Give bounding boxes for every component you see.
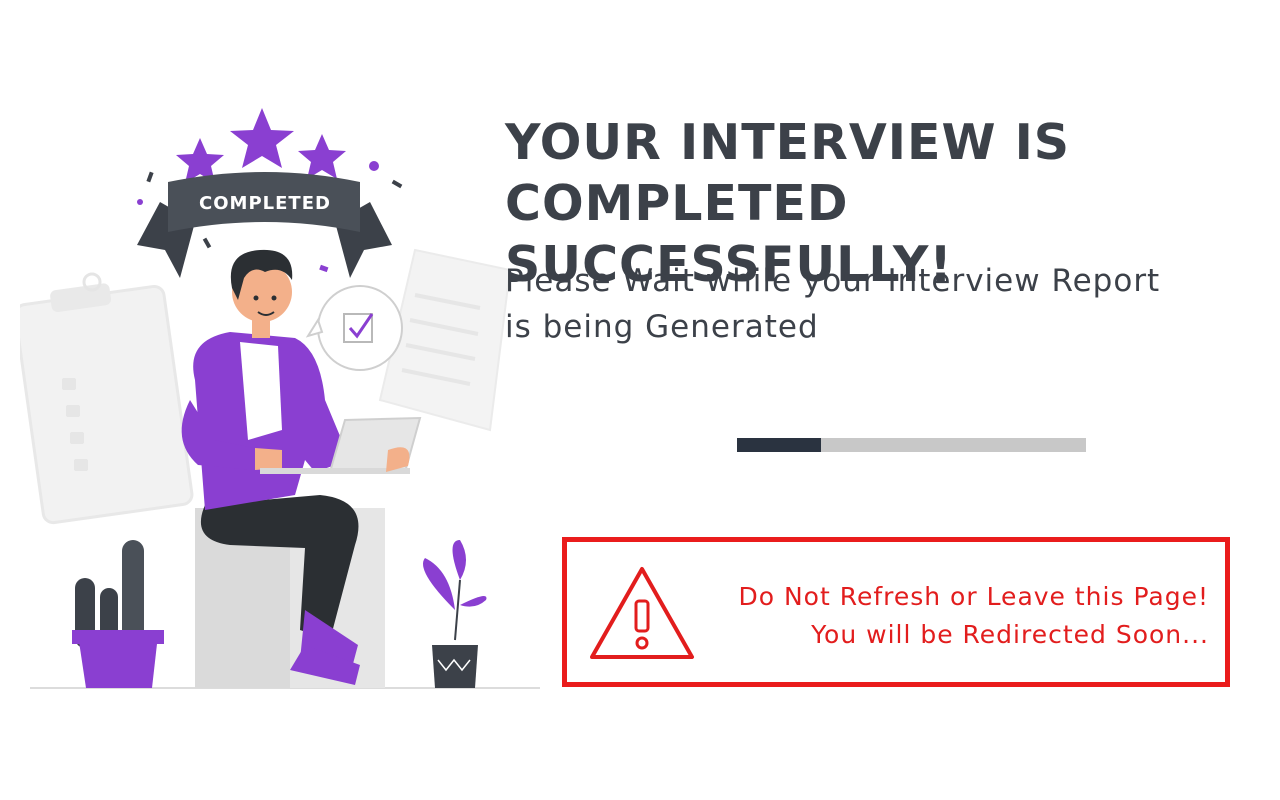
warning-text: Do Not Refresh or Leave this Page! You w… bbox=[738, 578, 1209, 654]
clipboard-icon bbox=[20, 272, 194, 525]
report-progress-fill bbox=[737, 438, 821, 452]
page-title-line-1: YOUR INTERVIEW IS bbox=[505, 114, 1071, 171]
warning-line-1: Do Not Refresh or Leave this Page! bbox=[738, 582, 1209, 611]
banner-label: COMPLETED bbox=[199, 193, 331, 214]
rating-stars bbox=[176, 108, 346, 183]
status-message: Please Wait while your Interview Report … bbox=[505, 258, 1225, 350]
cactus-icon bbox=[72, 540, 164, 688]
star-icon bbox=[230, 108, 294, 168]
interview-completed-illustration: COMPLETED bbox=[20, 108, 540, 689]
status-message-line-1: Please Wait while your Interview Report bbox=[505, 263, 1161, 299]
plant-icon bbox=[423, 540, 487, 688]
warning-triangle-icon bbox=[590, 567, 694, 659]
status-message-line-2: is being Generated bbox=[505, 309, 819, 345]
star-icon bbox=[298, 134, 346, 179]
warning-line-2: You will be Redirected Soon... bbox=[811, 620, 1209, 649]
warning-notice: Do Not Refresh or Leave this Page! You w… bbox=[562, 537, 1230, 687]
checkmark-icon bbox=[305, 285, 403, 371]
report-progress-bar bbox=[737, 438, 1086, 452]
